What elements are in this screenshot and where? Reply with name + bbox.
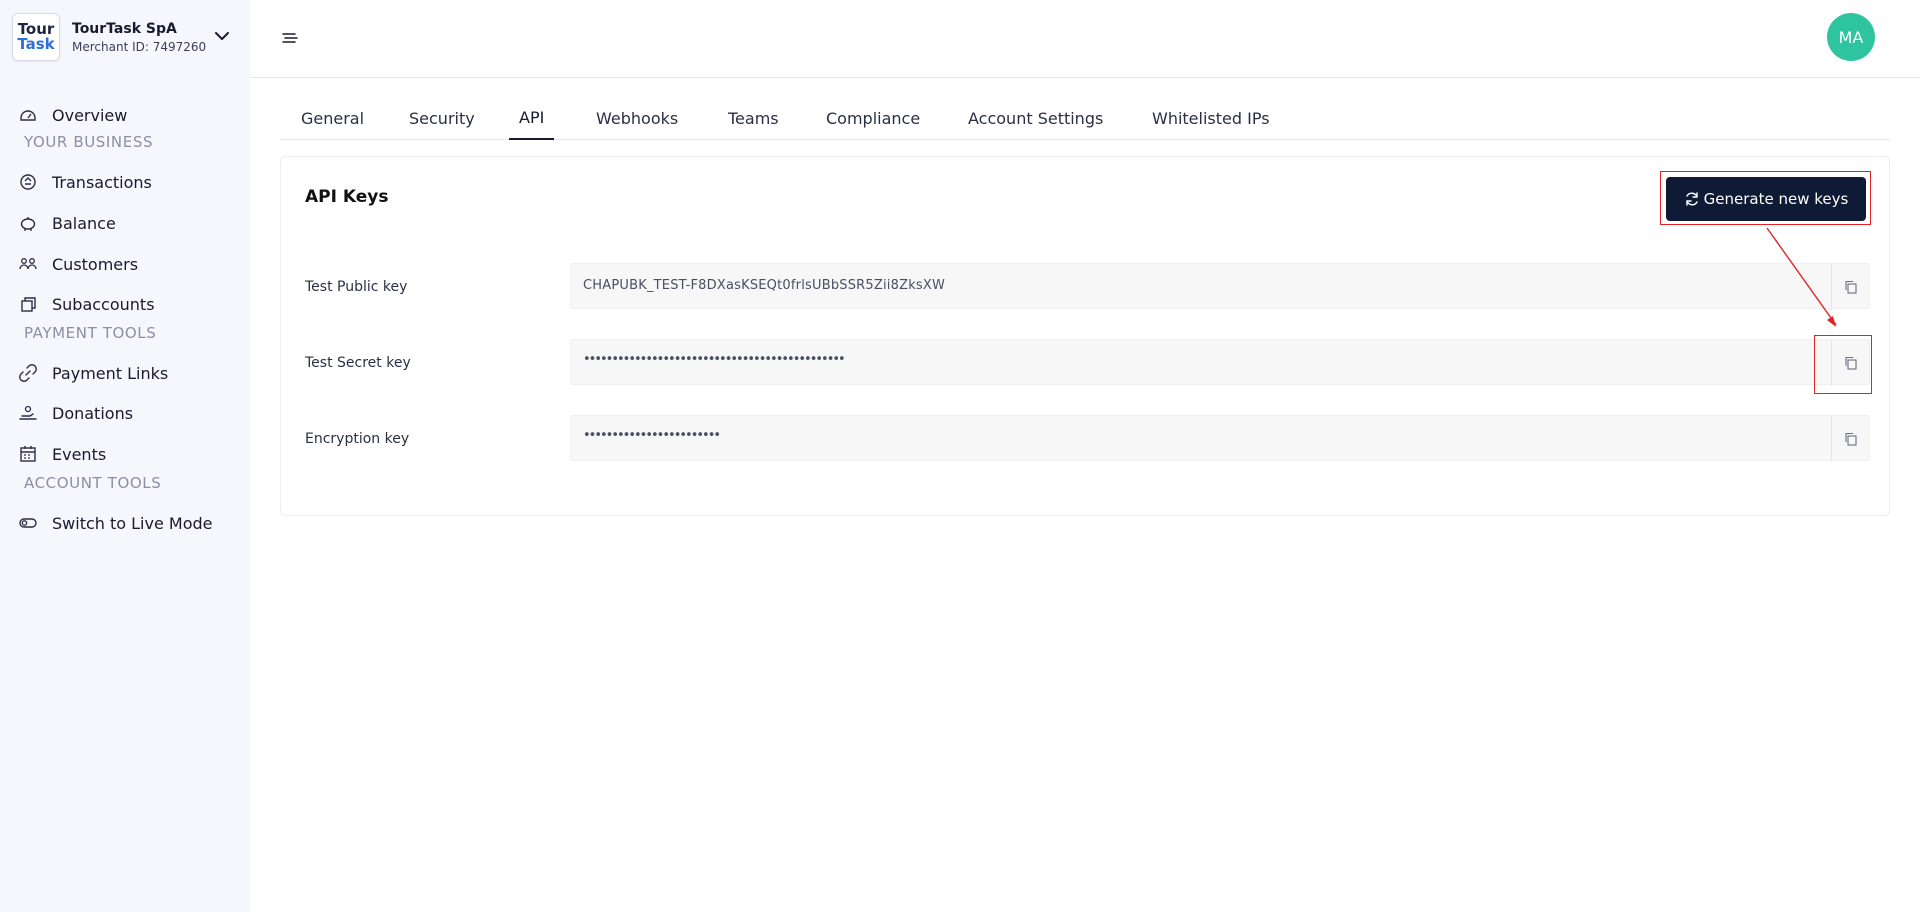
key-label: Encryption key <box>305 431 410 447</box>
merchant-logo: Tour Task <box>12 13 60 61</box>
key-row-encryption: Encryption key •••••••••••••••••••••••• <box>305 415 1870 462</box>
section-payment-tools: PAYMENT TOOLS <box>24 324 157 342</box>
menu-toggle-icon[interactable] <box>280 28 300 48</box>
sidebar-item-label: Subaccounts <box>52 294 155 314</box>
sidebar-item-label: Customers <box>52 254 139 274</box>
sidebar-item-subaccounts[interactable]: Subaccounts <box>18 291 155 317</box>
sidebar-item-live-mode[interactable]: Switch to Live Mode <box>18 510 212 536</box>
sidebar-item-customers[interactable]: Customers <box>18 251 138 277</box>
stack-icon <box>21 297 36 312</box>
sidebar-item-balance[interactable]: Balance <box>18 210 116 236</box>
key-row-test-secret: Test Secret key ••••••••••••••••••••••••… <box>305 339 1870 386</box>
section-your-business: YOUR BUSINESS <box>24 133 154 151</box>
sidebar-item-label: Payment Links <box>52 363 169 383</box>
sidebar-item-label: Overview <box>52 105 128 125</box>
sidebar-item-donations[interactable]: Donations <box>18 400 133 426</box>
dashboard-icon <box>20 110 36 121</box>
merchant-name: TourTask SpA <box>72 20 177 37</box>
sidebar-item-transactions[interactable]: Transactions <box>18 169 152 195</box>
api-keys-title: API Keys <box>305 187 389 207</box>
transactions-icon <box>20 174 36 190</box>
copy-button[interactable] <box>1831 264 1869 310</box>
tab-webhooks[interactable]: Webhooks <box>594 96 680 140</box>
key-value: ••••••••••••••••••••••••••••••••••••••••… <box>583 352 846 367</box>
piggy-bank-icon <box>20 217 36 231</box>
api-keys-card: API Keys Generate new keys Test Public k… <box>280 156 1890 516</box>
toggle-icon <box>19 518 37 528</box>
key-label: Test Secret key <box>305 355 411 371</box>
merchant-id: Merchant ID: 7497260 <box>72 39 207 54</box>
copy-button[interactable] <box>1831 416 1869 462</box>
tab-account-settings[interactable]: Account Settings <box>966 96 1105 140</box>
key-row-test-public: Test Public key CHAPUBK_TEST-F8DXasKSEQt… <box>305 263 1870 310</box>
key-value: CHAPUBK_TEST-F8DXasKSEQt0frlsUBbSSR5Zii8… <box>583 278 946 293</box>
tab-general[interactable]: General <box>299 96 366 140</box>
users-icon <box>19 258 37 270</box>
sidebar-item-events[interactable]: Events <box>18 441 106 467</box>
tab-api[interactable]: API <box>509 96 555 140</box>
section-account-tools: ACCOUNT TOOLS <box>24 474 162 492</box>
key-field: ••••••••••••••••••••••••••••••••••••••••… <box>570 339 1870 386</box>
copy-icon <box>1844 432 1857 446</box>
sidebar-item-overview[interactable]: Overview <box>18 102 127 128</box>
chevron-down-icon[interactable] <box>212 26 232 46</box>
tab-compliance[interactable]: Compliance <box>824 96 922 140</box>
sidebar-item-label: Transactions <box>52 172 152 192</box>
sidebar-item-label: Switch to Live Mode <box>52 513 213 533</box>
sidebar-item-payment-links[interactable]: Payment Links <box>18 360 168 386</box>
key-value: •••••••••••••••••••••••• <box>583 428 721 443</box>
link-icon <box>19 364 37 382</box>
sidebar-item-label: Donations <box>52 403 134 423</box>
donation-icon <box>19 405 37 420</box>
calendar-icon <box>20 446 36 462</box>
merchant-switcher[interactable]: Tour Task TourTask SpA Merchant ID: 7497… <box>12 12 232 62</box>
top-header: MA <box>250 0 1920 78</box>
tab-teams[interactable]: Teams <box>726 96 781 140</box>
logo-line-2: Task <box>17 35 55 53</box>
sidebar: Tour Task TourTask SpA Merchant ID: 7497… <box>0 0 250 912</box>
annotation-box-generate <box>1660 171 1871 225</box>
sidebar-item-label: Events <box>52 444 107 464</box>
settings-tabs: General Security API Webhooks Teams Comp… <box>280 96 1890 140</box>
tab-whitelisted-ips[interactable]: Whitelisted IPs <box>1150 96 1272 140</box>
annotation-box-copy-secret <box>1814 335 1872 394</box>
key-field: CHAPUBK_TEST-F8DXasKSEQt0frlsUBbSSR5Zii8… <box>570 263 1870 310</box>
key-label: Test Public key <box>305 279 408 295</box>
tab-security[interactable]: Security <box>407 96 477 140</box>
avatar[interactable]: MA <box>1827 13 1875 61</box>
sidebar-item-label: Balance <box>52 213 116 233</box>
key-field: •••••••••••••••••••••••• <box>570 415 1870 462</box>
copy-icon <box>1844 280 1857 294</box>
